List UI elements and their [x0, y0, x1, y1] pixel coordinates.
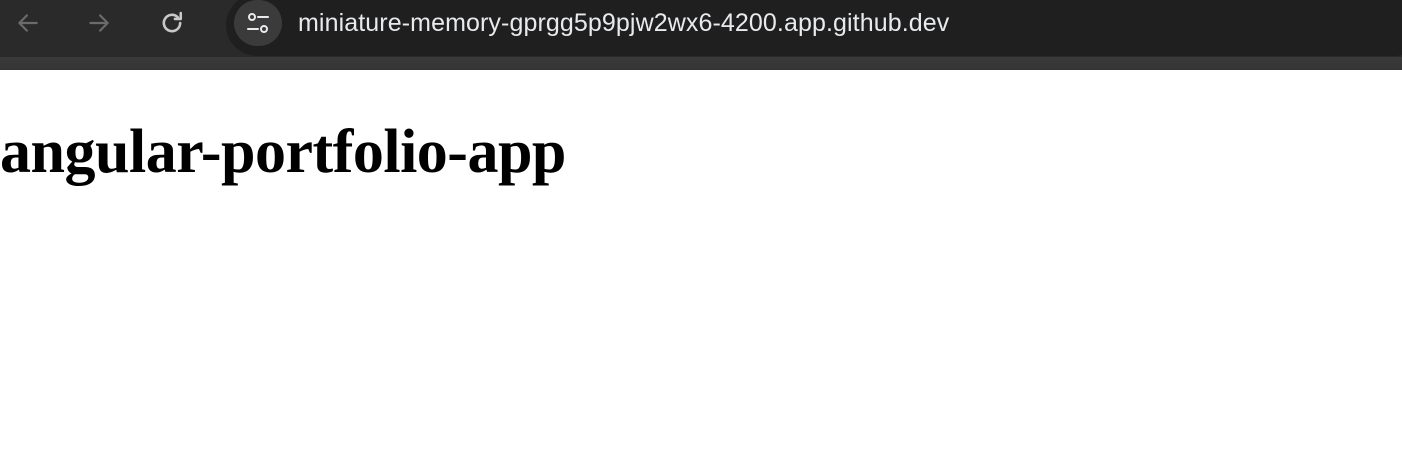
browser-toolbar: miniature-memory-gprgg5p9pjw2wx6-4200.ap… — [0, 0, 1402, 57]
toolbar-separator — [0, 57, 1402, 70]
site-info-button[interactable] — [234, 0, 282, 46]
page-title: angular-portfolio-app — [0, 118, 566, 186]
page-content: angular-portfolio-app — [0, 70, 1402, 450]
reload-icon — [162, 11, 183, 33]
url-text[interactable]: miniature-memory-gprgg5p9pjw2wx6-4200.ap… — [298, 4, 949, 42]
reload-button[interactable] — [153, 4, 191, 42]
forward-button[interactable] — [80, 4, 118, 42]
back-arrow-icon — [18, 14, 38, 32]
forward-arrow-icon — [89, 14, 109, 32]
tune-icon — [247, 13, 269, 33]
back-button[interactable] — [9, 4, 47, 42]
